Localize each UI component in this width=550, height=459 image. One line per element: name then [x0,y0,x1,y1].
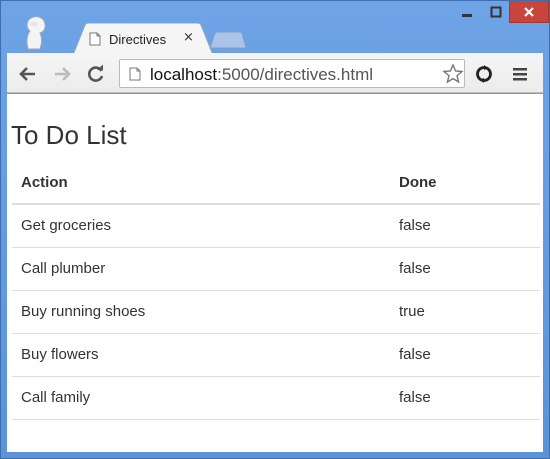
maximize-icon[interactable] [482,1,510,23]
action-cell: Call family [12,376,390,420]
url-path: :5000/directives.html [217,65,374,84]
extension-icon[interactable] [473,63,495,85]
column-header-action: Action [12,162,390,205]
action-cell: Call plumber [12,247,390,291]
table-row: Call family false [12,376,540,420]
forward-arrow-icon[interactable] [51,63,73,85]
close-icon[interactable] [509,1,549,23]
done-cell: false [390,376,540,420]
action-cell: Buy running shoes [12,290,390,334]
page-content: To Do List Action Done Get groceries fal… [7,94,543,452]
todo-table: Action Done Get groceries false Call plu… [12,162,540,420]
done-cell: false [390,247,540,291]
back-arrow-icon[interactable] [17,63,39,85]
table-row: Buy flowers false [12,333,540,377]
action-cell: Get groceries [12,204,390,248]
reload-icon[interactable] [85,63,107,85]
done-cell: false [390,204,540,248]
minimize-icon[interactable] [453,1,481,23]
page-icon [89,32,101,46]
table-row: Get groceries false [12,204,540,248]
tab-directives[interactable]: Directives × [73,23,213,55]
table-row: Buy running shoes true [12,290,540,334]
menu-icon[interactable] [509,63,531,85]
page-title: To Do List [11,120,127,150]
profile-icon[interactable] [23,15,49,51]
action-cell: Buy flowers [12,333,390,377]
page-icon [129,67,141,81]
browser-toolbar: localhost:5000/directives.html [7,53,543,93]
column-header-done: Done [390,162,540,205]
table-row: Call plumber false [12,247,540,291]
url-host: localhost [150,65,218,84]
star-icon[interactable] [442,63,464,85]
browser-window: Directives × localhost:5000/directives.h… [0,0,550,459]
tab-title: Directives [109,32,167,47]
new-tab-icon[interactable] [209,31,247,54]
done-cell: true [390,290,540,334]
address-bar[interactable]: localhost:5000/directives.html [119,59,465,88]
url-text: localhost:5000/directives.html [150,65,373,85]
tab-close-icon[interactable]: × [183,30,194,46]
done-cell: false [390,333,540,377]
table-header-row: Action Done [12,162,540,205]
